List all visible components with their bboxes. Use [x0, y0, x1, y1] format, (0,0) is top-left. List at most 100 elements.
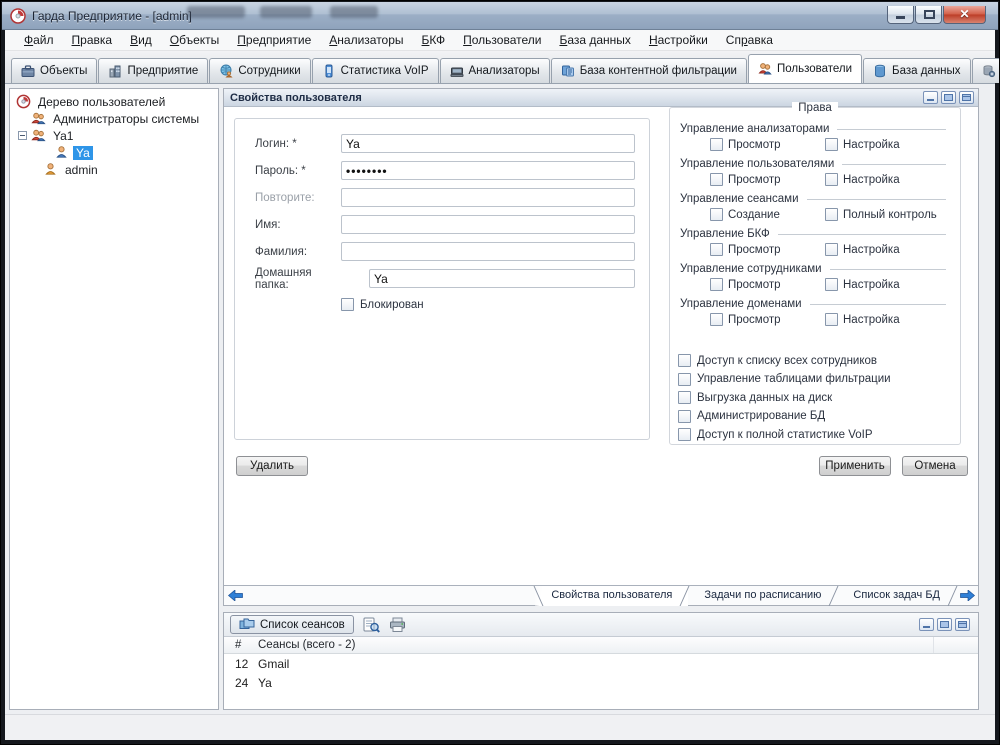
group-label: Управление БКФ: [680, 228, 770, 240]
divider: [778, 234, 946, 235]
tree-item-ya[interactable]: Ya: [12, 144, 216, 161]
last-name-label: Фамилия:: [255, 246, 341, 258]
window-controls: ✕: [886, 6, 986, 24]
checkbox[interactable]: [825, 313, 838, 326]
menu-analyzers[interactable]: Анализаторы: [320, 31, 412, 49]
tree-item-ya1[interactable]: Ya1: [12, 127, 216, 144]
window-maximize-button[interactable]: [915, 6, 942, 24]
apply-button[interactable]: Применить: [819, 456, 891, 476]
tab-voip-statistics[interactable]: Статистика VoIP: [312, 58, 439, 83]
repeat-password-field[interactable]: [341, 188, 635, 207]
flag-checkbox[interactable]: [678, 391, 691, 404]
menu-settings[interactable]: Настройки: [640, 31, 717, 49]
blocked-checkbox[interactable]: [341, 298, 354, 311]
sessions-table-header: # Сеансы (всего - 2): [224, 637, 978, 654]
col-number-header[interactable]: #: [224, 639, 258, 651]
menu-bkf[interactable]: БКФ: [413, 31, 455, 49]
checkbox[interactable]: [825, 138, 838, 151]
sessions-panel: Список сеансов # Сеансы (всего - 2): [223, 612, 979, 710]
user-group-icon: [31, 128, 46, 143]
building-icon: [108, 64, 122, 78]
tree-item-label: Дерево пользователей: [35, 95, 168, 109]
group-label: Управление анализаторами: [680, 123, 829, 135]
flag-checkbox[interactable]: [678, 428, 691, 441]
menu-database[interactable]: База данных: [550, 31, 639, 49]
diagnostics-icon: [982, 64, 996, 78]
repeat-password-label: Повторите:: [255, 192, 341, 204]
flag-checkbox[interactable]: [678, 354, 691, 367]
checkbox[interactable]: [710, 313, 723, 326]
menu-objects[interactable]: Объекты: [161, 31, 229, 49]
users-icon: [758, 62, 772, 76]
delete-button[interactable]: Удалить: [236, 456, 308, 476]
tab-objects[interactable]: Объекты: [11, 58, 97, 83]
flag-checkbox[interactable]: [678, 410, 691, 423]
tab-users[interactable]: Пользователи: [748, 54, 862, 83]
printer-icon[interactable]: [389, 617, 406, 633]
checkbox[interactable]: [710, 243, 723, 256]
password-label: Пароль: *: [255, 165, 341, 177]
menu-file[interactable]: Файл: [15, 31, 63, 49]
checkbox[interactable]: [825, 278, 838, 291]
sessions-list-button[interactable]: Список сеансов: [230, 615, 354, 634]
tab-label: Пользователи: [777, 63, 852, 75]
login-field[interactable]: [341, 134, 635, 153]
home-folder-label: Домашняя папка:: [255, 267, 341, 291]
close-icon: ✕: [944, 7, 985, 21]
menu-view[interactable]: Вид: [121, 31, 161, 49]
folders-icon: [239, 618, 255, 631]
panel-split-button[interactable]: [959, 91, 974, 104]
tree-item-administrators[interactable]: Администраторы системы: [12, 110, 216, 127]
col-sessions-header[interactable]: Сеансы (всего - 2): [258, 639, 933, 651]
checkbox[interactable]: [710, 208, 723, 221]
flag-checkbox[interactable]: [678, 373, 691, 386]
database-icon: [873, 64, 887, 78]
bottomtab-scheduled-tasks[interactable]: Задачи по расписанию: [688, 586, 837, 606]
scroll-left-button[interactable]: [224, 588, 246, 603]
table-row[interactable]: 24 Ya: [224, 673, 978, 692]
menu-edit[interactable]: Правка: [63, 31, 122, 49]
bottomtab-db-tasks[interactable]: Список задач БД: [837, 586, 956, 606]
tab-employees[interactable]: Сотрудники: [209, 58, 310, 83]
window-minimize-button[interactable]: [887, 6, 914, 24]
collapse-icon[interactable]: [18, 131, 27, 140]
tree-item-admin[interactable]: admin: [12, 161, 216, 178]
checkbox[interactable]: [710, 138, 723, 151]
table-row[interactable]: 12 Gmail: [224, 654, 978, 673]
cancel-button[interactable]: Отмена: [902, 456, 968, 476]
tab-diagnostics[interactable]: Диагностика: [972, 58, 1000, 83]
menu-enterprise[interactable]: Предприятие: [228, 31, 320, 49]
home-folder-field[interactable]: [369, 269, 635, 288]
first-name-field[interactable]: [341, 215, 635, 234]
checkbox[interactable]: [825, 243, 838, 256]
scroll-right-button[interactable]: [956, 588, 978, 603]
preview-icon[interactable]: [363, 617, 380, 633]
tree-item-root[interactable]: Дерево пользователей: [12, 93, 216, 110]
menu-users[interactable]: Пользователи: [454, 31, 550, 49]
tab-label: База данных: [892, 65, 961, 77]
ghost-artifact: [187, 6, 245, 18]
checkbox[interactable]: [710, 173, 723, 186]
tab-enterprise[interactable]: Предприятие: [98, 58, 208, 83]
divider: [830, 269, 946, 270]
option-label: Настройка: [843, 174, 900, 186]
option-label: Просмотр: [728, 139, 781, 151]
tab-content-filter-db[interactable]: База контентной фильтрации: [551, 58, 747, 83]
divider: [837, 129, 946, 130]
rights-group: Управление пользователями Просмотр Настр…: [680, 157, 948, 188]
tab-analyzers[interactable]: Анализаторы: [440, 58, 550, 83]
flag-label: Доступ к полной статистике VoIP: [697, 429, 873, 441]
checkbox[interactable]: [710, 278, 723, 291]
checkbox[interactable]: [825, 173, 838, 186]
window-close-button[interactable]: ✕: [943, 6, 986, 24]
tab-database[interactable]: База данных: [863, 58, 971, 83]
last-name-field[interactable]: [341, 242, 635, 261]
panel-split-button[interactable]: [955, 618, 970, 631]
bottomtab-user-properties[interactable]: Свойства пользователя: [535, 586, 688, 606]
checkbox[interactable]: [825, 208, 838, 221]
rights-group: Управление БКФ Просмотр Настройка: [680, 227, 948, 258]
menu-help[interactable]: Справка: [717, 31, 782, 49]
panel-minimize-button[interactable]: [919, 618, 934, 631]
panel-maximize-button[interactable]: [937, 618, 952, 631]
password-field[interactable]: [341, 161, 635, 180]
